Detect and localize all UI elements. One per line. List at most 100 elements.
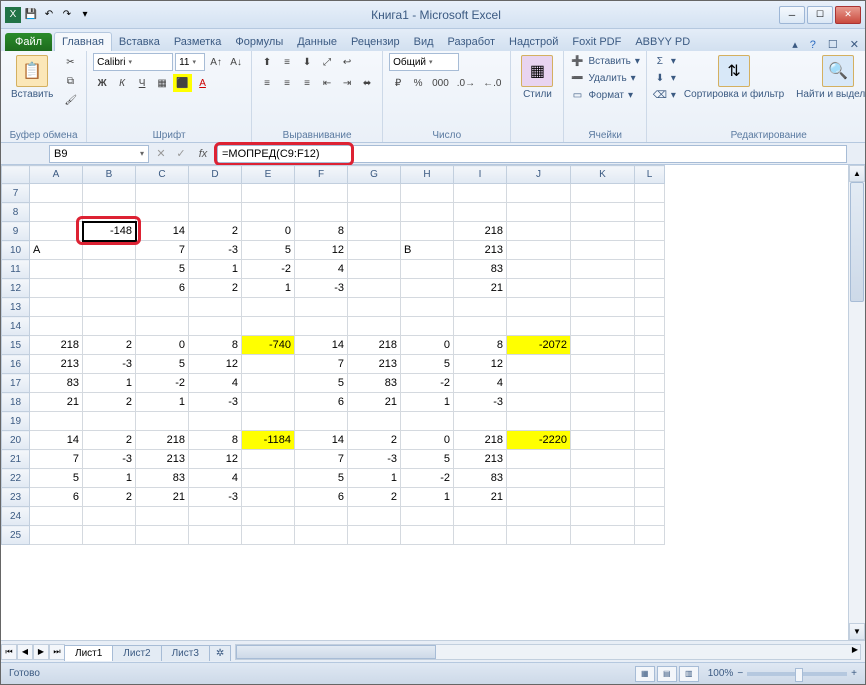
cell-D23[interactable]: -3	[189, 488, 242, 507]
cell-I16[interactable]: 12	[454, 355, 507, 374]
window-close-icon[interactable]: ✕	[844, 38, 865, 51]
column-header-E[interactable]: E	[242, 166, 295, 184]
cell-F15[interactable]: 14	[295, 336, 348, 355]
select-all-corner[interactable]	[2, 166, 30, 184]
scroll-track[interactable]	[849, 182, 865, 623]
align-center-icon[interactable]: ≡	[278, 74, 296, 92]
cell-G16[interactable]: 213	[348, 355, 401, 374]
cell-H15[interactable]: 0	[401, 336, 454, 355]
window-restore-icon[interactable]: ☐	[822, 38, 844, 51]
row-header-23[interactable]: 23	[2, 488, 30, 507]
cell-G22[interactable]: 1	[348, 469, 401, 488]
cell-H13[interactable]	[401, 298, 454, 317]
cell-I10[interactable]: 213	[454, 241, 507, 260]
cell-C24[interactable]	[136, 507, 189, 526]
cell-D15[interactable]: 8	[189, 336, 242, 355]
cell-F18[interactable]: 6	[295, 393, 348, 412]
row-header-9[interactable]: 9	[2, 222, 30, 241]
cell-C18[interactable]: 1	[136, 393, 189, 412]
cell-B8[interactable]	[83, 203, 136, 222]
cell-L17[interactable]	[635, 374, 665, 393]
merge-button[interactable]: ⬌	[358, 74, 376, 92]
cell-K16[interactable]	[571, 355, 635, 374]
cell-E21[interactable]	[242, 450, 295, 469]
percent-icon[interactable]: %	[409, 74, 427, 92]
cell-D20[interactable]: 8	[189, 431, 242, 450]
cell-F21[interactable]: 7	[295, 450, 348, 469]
shrink-font-icon[interactable]: A↓	[227, 53, 245, 71]
row-header-24[interactable]: 24	[2, 507, 30, 526]
clear-button[interactable]: ⌫▾	[653, 87, 676, 103]
decrease-decimal-icon[interactable]: ←.0	[480, 74, 504, 92]
cell-K14[interactable]	[571, 317, 635, 336]
cell-I21[interactable]: 213	[454, 450, 507, 469]
cell-K19[interactable]	[571, 412, 635, 431]
cell-B18[interactable]: 2	[83, 393, 136, 412]
cell-E23[interactable]	[242, 488, 295, 507]
fill-button[interactable]: ⬇▾	[653, 70, 676, 86]
cell-K23[interactable]	[571, 488, 635, 507]
cell-E10[interactable]: 5	[242, 241, 295, 260]
cell-G15[interactable]: 218	[348, 336, 401, 355]
cell-C15[interactable]: 0	[136, 336, 189, 355]
formula-bar[interactable]: =МОПРЕД(C9:F12)	[217, 145, 847, 163]
cell-L8[interactable]	[635, 203, 665, 222]
column-header-H[interactable]: H	[401, 166, 454, 184]
cell-B17[interactable]: 1	[83, 374, 136, 393]
autosum-button[interactable]: Σ▾	[653, 53, 676, 69]
cell-L12[interactable]	[635, 279, 665, 298]
cell-L7[interactable]	[635, 184, 665, 203]
cell-I19[interactable]	[454, 412, 507, 431]
cell-J7[interactable]	[507, 184, 571, 203]
help-icon[interactable]: ?	[804, 39, 822, 51]
cell-B13[interactable]	[83, 298, 136, 317]
cell-K21[interactable]	[571, 450, 635, 469]
align-bottom-icon[interactable]: ⬇	[298, 53, 316, 71]
tab-data[interactable]: Данные	[290, 33, 344, 51]
sheet-tab-active[interactable]: Лист1	[64, 645, 113, 661]
cell-F20[interactable]: 14	[295, 431, 348, 450]
increase-decimal-icon[interactable]: .0→	[454, 74, 478, 92]
cell-J15[interactable]: -2072	[507, 336, 571, 355]
cell-A19[interactable]	[30, 412, 83, 431]
cell-E9[interactable]: 0	[242, 222, 295, 241]
cell-K10[interactable]	[571, 241, 635, 260]
cell-G13[interactable]	[348, 298, 401, 317]
cell-F19[interactable]	[295, 412, 348, 431]
border-button[interactable]: ▦	[153, 74, 171, 92]
zoom-out-button[interactable]: −	[737, 668, 743, 679]
cell-B15[interactable]: 2	[83, 336, 136, 355]
save-icon[interactable]: 💾	[23, 7, 39, 23]
cell-I17[interactable]: 4	[454, 374, 507, 393]
row-header-12[interactable]: 12	[2, 279, 30, 298]
cell-F13[interactable]	[295, 298, 348, 317]
cell-A25[interactable]	[30, 526, 83, 545]
cell-D7[interactable]	[189, 184, 242, 203]
cell-A13[interactable]	[30, 298, 83, 317]
cell-E14[interactable]	[242, 317, 295, 336]
cell-I23[interactable]: 21	[454, 488, 507, 507]
cell-A16[interactable]: 213	[30, 355, 83, 374]
cell-B11[interactable]	[83, 260, 136, 279]
row-header-7[interactable]: 7	[2, 184, 30, 203]
cell-E20[interactable]: -1184	[242, 431, 295, 450]
cell-L13[interactable]	[635, 298, 665, 317]
cell-D18[interactable]: -3	[189, 393, 242, 412]
column-header-J[interactable]: J	[507, 166, 571, 184]
cell-D21[interactable]: 12	[189, 450, 242, 469]
cell-C13[interactable]	[136, 298, 189, 317]
cell-C16[interactable]: 5	[136, 355, 189, 374]
cell-A14[interactable]	[30, 317, 83, 336]
cell-G12[interactable]	[348, 279, 401, 298]
currency-icon[interactable]: ₽	[389, 74, 407, 92]
sheet-tab-2[interactable]: Лист2	[112, 645, 161, 661]
paste-button[interactable]: 📋 Вставить	[7, 53, 57, 102]
cell-H10[interactable]: B	[401, 241, 454, 260]
maximize-button[interactable]: ☐	[807, 6, 833, 24]
sheet-tab-new[interactable]: ✲	[209, 645, 231, 661]
cell-E11[interactable]: -2	[242, 260, 295, 279]
cell-C17[interactable]: -2	[136, 374, 189, 393]
cell-A17[interactable]: 83	[30, 374, 83, 393]
cell-I13[interactable]	[454, 298, 507, 317]
cell-K9[interactable]	[571, 222, 635, 241]
